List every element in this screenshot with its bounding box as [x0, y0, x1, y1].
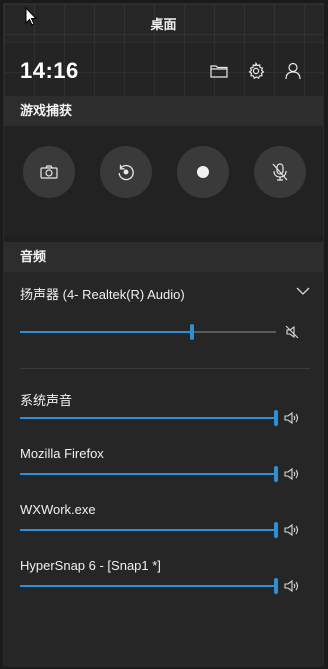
- slider-thumb[interactable]: [274, 578, 278, 594]
- slider-thumb[interactable]: [274, 410, 278, 426]
- app-volume-label: HyperSnap 6 - [Snap1 *]: [20, 558, 161, 573]
- mic-toggle-button[interactable]: [254, 146, 306, 198]
- device-volume-slider[interactable]: [20, 324, 276, 340]
- audio-section-header: 音频: [4, 242, 323, 272]
- screenshot-button[interactable]: [23, 146, 75, 198]
- gear-icon[interactable]: [245, 60, 267, 82]
- app-volume-slider[interactable]: [20, 522, 278, 538]
- replay-icon: [118, 164, 134, 181]
- clock: 14:16: [20, 58, 79, 83]
- slider-thumb[interactable]: [190, 324, 194, 340]
- app-volume-label: 系统声音: [20, 393, 73, 408]
- slider-thumb[interactable]: [274, 522, 278, 538]
- speaker-icon[interactable]: [283, 522, 301, 538]
- app-volume-slider[interactable]: [20, 578, 278, 594]
- output-device-label: 扬声器 (4- Realtek(R) Audio): [20, 287, 185, 302]
- chevron-down-icon[interactable]: [296, 286, 310, 296]
- record-icon: [197, 166, 209, 178]
- app-volume-slider[interactable]: [20, 466, 278, 482]
- app-volume-label: WXWork.exe: [20, 502, 96, 517]
- app-volume-slider[interactable]: [20, 410, 278, 426]
- folder-icon[interactable]: [208, 60, 230, 82]
- user-icon[interactable]: [282, 60, 304, 82]
- capture-section-header: 游戏捕获: [4, 96, 323, 126]
- title-bar: 桌面: [4, 4, 323, 42]
- speaker-icon[interactable]: [283, 466, 301, 482]
- record-last-30s-button[interactable]: [100, 146, 152, 198]
- header-row: 14:16: [4, 42, 323, 98]
- audio-widget: 扬声器 (4- Realtek(R) Audio) 系统声音 Mozilla F…: [4, 272, 323, 667]
- speaker-muted-icon[interactable]: [283, 324, 301, 340]
- mouse-pointer-icon: [25, 7, 37, 26]
- speaker-icon[interactable]: [283, 410, 301, 426]
- slider-thumb[interactable]: [274, 466, 278, 482]
- capture-widget: [4, 126, 323, 236]
- start-recording-button[interactable]: [177, 146, 229, 198]
- window-title: 桌面: [150, 17, 177, 32]
- mic-off-icon: [272, 163, 288, 181]
- game-bar-panel: 桌面 14:16 游戏捕获 音频 扬声器 (4- Realtek(R) Audi…: [3, 3, 324, 667]
- speaker-icon[interactable]: [283, 578, 301, 594]
- divider: [20, 368, 310, 369]
- output-device-selector[interactable]: 扬声器 (4- Realtek(R) Audio): [20, 284, 310, 304]
- camera-icon: [40, 165, 58, 179]
- app-volume-label: Mozilla Firefox: [20, 446, 104, 461]
